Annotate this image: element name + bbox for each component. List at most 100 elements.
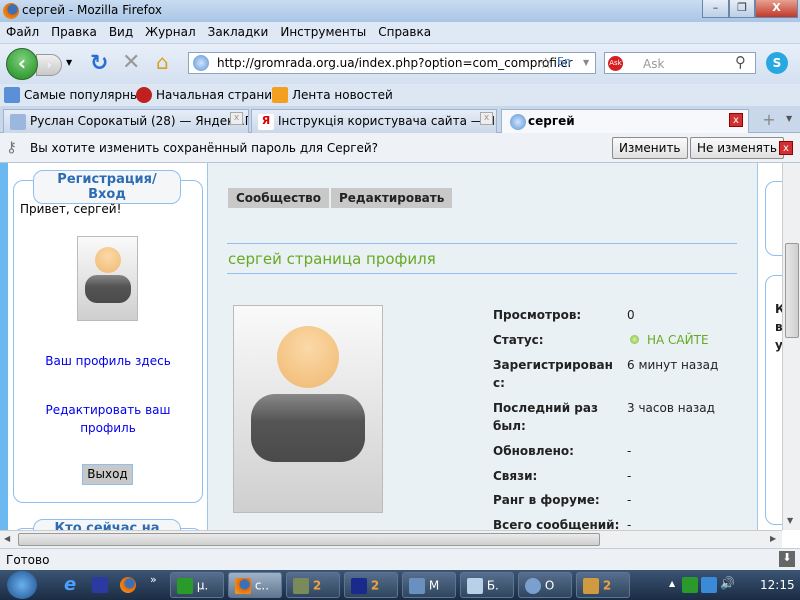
menu-file[interactable]: Файл: [0, 22, 45, 39]
menu-tools[interactable]: Инструменты: [274, 22, 372, 39]
online-status-icon: [630, 335, 639, 344]
new-tab-button[interactable]: +: [757, 110, 781, 132]
history-dropdown-icon[interactable]: ▼: [66, 58, 72, 67]
more-icon[interactable]: »: [150, 573, 157, 586]
taskbar-video[interactable]: 2: [286, 572, 340, 598]
horizontal-scrollbar[interactable]: ◀ ▶: [0, 530, 782, 548]
field-value: -: [627, 444, 632, 458]
logout-button[interactable]: Выход: [82, 464, 133, 485]
tab-close-button[interactable]: x: [729, 113, 743, 127]
field-value: -: [627, 493, 632, 507]
taskbar-utorrent[interactable]: µ.: [170, 572, 224, 598]
download-icon[interactable]: ⬇: [779, 551, 795, 567]
bookmark-news-feed[interactable]: Лента новостей: [292, 88, 393, 102]
taskbar-paint[interactable]: 2: [576, 572, 630, 598]
notification-close-button[interactable]: x: [779, 141, 793, 155]
app-icon: [409, 578, 425, 594]
mail-icon: [10, 114, 26, 130]
tab-close-button[interactable]: x: [230, 112, 243, 125]
bookmark-star-icon[interactable]: ☆: [539, 54, 552, 72]
page-title: сергей страница профиля: [228, 250, 436, 268]
login-module: [13, 180, 203, 503]
scroll-down-arrow[interactable]: ▼: [787, 516, 793, 525]
taskbar-label: Б.: [486, 578, 499, 593]
site-icon: [510, 114, 526, 130]
field-label: Просмотров:: [493, 308, 582, 322]
title-bar: сергей - Mozilla Firefox – ❐ X: [0, 0, 800, 22]
profile-link[interactable]: Ваш профиль здесь: [18, 354, 198, 368]
menu-bookmarks[interactable]: Закладки: [202, 22, 275, 39]
url-text[interactable]: http://gromrada.org.ua/index.php?option=…: [217, 56, 573, 70]
tab-close-button[interactable]: x: [480, 112, 493, 125]
password-notification-bar: ⚷ Вы хотите изменить сохранённый пароль …: [0, 133, 800, 163]
tray-expand-icon[interactable]: ▲: [669, 579, 675, 588]
vertical-scrollbar[interactable]: ▼: [782, 163, 800, 530]
volume-icon[interactable]: 🔊: [720, 576, 735, 590]
utorrent-icon: [177, 578, 193, 594]
menu-help[interactable]: Справка: [372, 22, 437, 39]
search-icon[interactable]: ⚲: [735, 53, 746, 71]
edit-profile-link[interactable]: Редактировать ваш профиль: [33, 401, 183, 437]
tab-sergey[interactable]: сергей: [501, 109, 749, 134]
skype-icon[interactable]: S: [766, 52, 788, 74]
utorrent-tray-icon[interactable]: [682, 577, 698, 593]
restore-button[interactable]: ❐: [729, 0, 755, 18]
field-value: -: [627, 469, 632, 483]
search-box[interactable]: Ask Ask ⚲: [604, 52, 756, 74]
taskbar-label: 2: [370, 578, 380, 593]
dont-change-button[interactable]: Не изменять: [690, 137, 784, 159]
notepad-icon: [467, 578, 483, 594]
scroll-right-arrow[interactable]: ▶: [770, 534, 776, 543]
taskbar-label: О: [544, 578, 555, 593]
media-icon[interactable]: [92, 577, 108, 593]
network-icon[interactable]: [701, 577, 717, 593]
url-bar[interactable]: http://gromrada.org.ua/index.php?option=…: [188, 52, 596, 74]
right-column: К в у: [757, 163, 782, 530]
clock[interactable]: 12:15: [760, 578, 795, 592]
right-text: К: [775, 302, 782, 316]
home-icon[interactable]: ⌂: [156, 50, 169, 74]
change-password-button[interactable]: Изменить: [612, 137, 688, 159]
taskbar-label: µ.: [196, 578, 209, 593]
divider: [227, 243, 737, 244]
reload-icon[interactable]: ↻: [90, 51, 108, 76]
bookmark-popular[interactable]: Самые популярные: [24, 88, 147, 102]
right-text: у: [775, 338, 782, 352]
taskbar: e » µ. с.. 2 2 М Б. О 2 ▲ 🔊 12:15: [0, 570, 800, 600]
menu-edit[interactable]: Правка: [45, 22, 103, 39]
vertical-scroll-thumb[interactable]: [785, 243, 799, 338]
search-input[interactable]: Ask: [643, 57, 664, 71]
stop-icon[interactable]: ✕: [122, 50, 140, 75]
taskbar-notepad[interactable]: Б.: [460, 572, 514, 598]
taskbar-firefox[interactable]: с..: [228, 572, 282, 598]
ie-icon[interactable]: e: [64, 574, 76, 595]
menu-history[interactable]: Журнал: [139, 22, 202, 39]
bookmark-start-page[interactable]: Начальная страница: [156, 88, 288, 102]
taskbar-m[interactable]: М: [402, 572, 456, 598]
scroll-left-arrow[interactable]: ◀: [4, 534, 10, 543]
tab-label: сергей: [528, 114, 575, 128]
bookmarks-toolbar: Самые популярные Начальная страница Лент…: [0, 84, 800, 106]
horizontal-scroll-thumb[interactable]: [18, 533, 600, 546]
minimize-button[interactable]: –: [702, 0, 729, 18]
menu-view[interactable]: Вид: [103, 22, 139, 39]
tab-instruction[interactable]: Я Інструкція користувача сайта — Ян...: [251, 109, 497, 133]
back-button[interactable]: ‹: [6, 48, 38, 80]
menu-bar: Файл Правка Вид Журнал Закладки Инструменты Сп…: [0, 22, 800, 44]
community-button[interactable]: Сообщество: [228, 188, 329, 208]
start-page-icon: [136, 87, 152, 103]
taskbar-search[interactable]: О: [518, 572, 572, 598]
tab-list-dropdown-icon[interactable]: ▼: [786, 114, 792, 123]
field-label: Всего сообщений:: [493, 518, 620, 530]
url-dropdown-icon[interactable]: ▼: [583, 58, 589, 67]
firefox-quicklaunch-icon[interactable]: [120, 577, 136, 593]
start-button[interactable]: [7, 571, 37, 599]
ask-engine-icon[interactable]: Ask: [608, 56, 623, 71]
forward-button[interactable]: ›: [36, 54, 62, 76]
rss-icon: [272, 87, 288, 103]
firefox-icon: [235, 578, 251, 594]
taskbar-word[interactable]: 2: [344, 572, 398, 598]
close-button[interactable]: X: [755, 0, 798, 18]
tab-yandex-mail[interactable]: Руслан Сорокатый (28) — Яндекс.П...: [3, 109, 249, 133]
edit-button[interactable]: Редактировать: [331, 188, 453, 208]
